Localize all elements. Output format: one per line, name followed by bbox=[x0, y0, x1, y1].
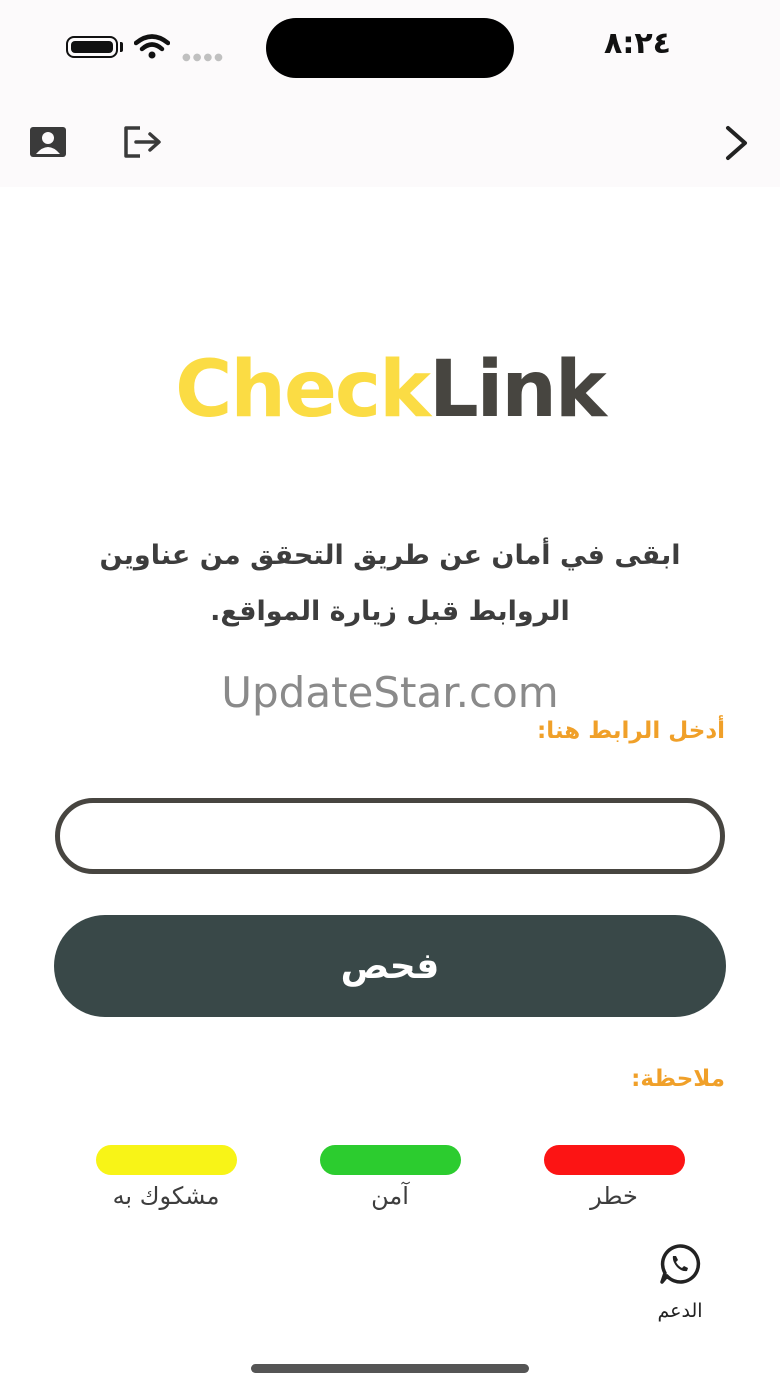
whatsapp-icon bbox=[660, 1244, 701, 1284]
dynamic-island bbox=[266, 18, 514, 78]
check-button[interactable]: فحص bbox=[54, 915, 726, 1017]
status-time: ٨:٢٤ bbox=[604, 26, 671, 61]
legend-danger-bar bbox=[544, 1145, 685, 1175]
app-logo: CheckLink bbox=[0, 345, 780, 435]
home-indicator bbox=[251, 1364, 529, 1373]
legend-safe-label: آمن bbox=[371, 1182, 409, 1210]
cellular-signal-icon: ●●●● bbox=[182, 52, 225, 63]
note-label: ملاحظة: bbox=[631, 1066, 725, 1092]
legend-safe-bar bbox=[320, 1145, 461, 1175]
legend-suspicious-label: مشكوك به bbox=[112, 1182, 220, 1210]
watermark: UpdateStar.com bbox=[221, 668, 559, 717]
chevron-right-icon[interactable] bbox=[722, 125, 752, 161]
url-label: أدخل الرابط هنا: bbox=[537, 718, 725, 744]
logout-icon[interactable] bbox=[122, 124, 164, 160]
support-label: الدعم bbox=[657, 1300, 703, 1322]
wifi-icon bbox=[134, 34, 170, 59]
legend-danger-label: خطر bbox=[590, 1182, 638, 1210]
legend-suspicious-bar bbox=[96, 1145, 237, 1175]
top-toolbar bbox=[0, 95, 780, 187]
status-bar: ●●●● ٨:٢٤ bbox=[0, 0, 780, 95]
logo-check: Check bbox=[175, 345, 431, 435]
person-card-icon[interactable] bbox=[29, 126, 67, 158]
battery-icon bbox=[66, 36, 118, 58]
logo-link: Link bbox=[428, 345, 607, 435]
tagline: ابقى في أمان عن طريق التحقق من عناوين ال… bbox=[99, 540, 681, 627]
url-input[interactable] bbox=[55, 798, 725, 874]
battery-cap bbox=[120, 42, 123, 52]
